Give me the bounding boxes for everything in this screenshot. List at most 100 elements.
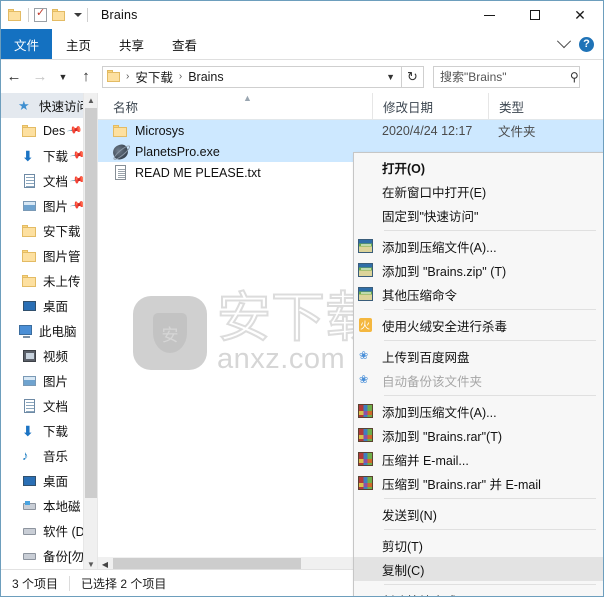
- menu-item-5[interactable]: 其他压缩命令: [354, 282, 603, 306]
- rar-icon: [358, 475, 374, 491]
- menu-item-label: 创建快捷方式(S): [380, 591, 474, 597]
- sidebar-item-label: 桌面: [43, 300, 69, 314]
- help-icon[interactable]: ?: [579, 36, 594, 52]
- text-file-icon: [113, 164, 129, 181]
- menu-item-label: 复制(C): [382, 563, 425, 578]
- table-row[interactable]: Microsys 2020/4/24 12:17 文件夹: [98, 120, 603, 141]
- back-arrow-icon[interactable]: ←: [1, 64, 27, 90]
- sidebar-item-label: 此电脑: [39, 325, 77, 339]
- close-button[interactable]: ✕: [557, 1, 603, 29]
- menu-item-8: ❀ 自动备份该文件夹: [354, 368, 603, 392]
- zip-icon: [358, 238, 374, 254]
- folder-icon[interactable]: [8, 8, 23, 22]
- pictures-icon: [22, 198, 38, 214]
- refresh-icon[interactable]: ↻: [402, 65, 424, 88]
- sidebar-item-label: 备份[勿: [43, 550, 84, 564]
- menu-item-label: 添加到压缩文件(A)...: [382, 405, 497, 420]
- desktop-icon: [22, 473, 38, 489]
- baidu-netdisk-icon: ❀: [359, 350, 369, 362]
- menu-separator: [384, 529, 596, 530]
- toolbar-divider-2: [87, 8, 88, 22]
- new-folder-icon[interactable]: [52, 8, 67, 22]
- menu-item-9[interactable]: 添加到压缩文件(A)...: [354, 399, 603, 423]
- forward-arrow-icon[interactable]: →: [27, 64, 53, 90]
- breadcrumb-item-1[interactable]: Brains: [186, 70, 225, 84]
- menu-item-label: 添加到压缩文件(A)...: [382, 240, 497, 255]
- tab-share[interactable]: 共享: [105, 29, 158, 59]
- menu-item-label: 添加到 "Brains.zip" (T): [382, 264, 507, 279]
- menu-separator: [384, 340, 596, 341]
- folder-icon[interactable]: [107, 70, 122, 83]
- menu-item-13[interactable]: 发送到(N): [354, 502, 603, 526]
- chevron-down-icon[interactable]: [556, 34, 572, 49]
- context-menu[interactable]: 打开(O) 在新窗口中打开(E) 固定到"快速访问" 添加到压缩文件(A)... 添加到…: [353, 152, 603, 597]
- recent-locations-icon[interactable]: ▼: [53, 64, 73, 90]
- sidebar-item-label: 文档: [43, 400, 69, 414]
- sidebar-scrollbar[interactable]: ▲ ▼: [83, 93, 97, 571]
- toolbar-divider: [28, 8, 29, 22]
- file-name-label: READ ME PLEASE.txt: [135, 165, 261, 180]
- properties-icon[interactable]: [34, 6, 47, 22]
- maximize-button[interactable]: [512, 1, 557, 29]
- menu-item-label: 添加到 "Brains.rar"(T): [382, 429, 502, 444]
- sidebar-item-label: 音乐: [43, 450, 69, 464]
- menu-item-14[interactable]: 剪切(T): [354, 533, 603, 557]
- menu-icon-placeholder: [358, 183, 374, 199]
- menu-separator: [384, 230, 596, 231]
- column-header-date[interactable]: 修改日期: [372, 93, 488, 119]
- tab-home[interactable]: 主页: [52, 29, 105, 59]
- sidebar-item-label: 图片: [43, 375, 69, 389]
- scrollbar-thumb[interactable]: [85, 108, 97, 498]
- videos-icon: [22, 348, 38, 364]
- minimize-button[interactable]: [467, 1, 512, 29]
- column-header-type[interactable]: 类型: [488, 93, 583, 119]
- menu-item-label: 打开(O): [382, 161, 426, 176]
- breadcrumb[interactable]: › 安下载 › Brains ▼: [102, 65, 402, 88]
- zip-icon: [358, 262, 374, 278]
- window-title: Brains: [101, 8, 138, 22]
- documents-icon: [22, 398, 38, 414]
- menu-item-label: 发送到(N): [382, 508, 437, 523]
- drive-icon: [22, 548, 38, 564]
- chevron-down-icon[interactable]: ▼: [386, 72, 401, 82]
- search-icon[interactable]: ⚲: [564, 70, 579, 84]
- menu-item-0[interactable]: 打开(O): [354, 155, 603, 179]
- menu-item-15[interactable]: 复制(C): [354, 557, 603, 581]
- menu-item-6[interactable]: 使用火绒安全进行杀毒: [354, 313, 603, 337]
- column-header-name[interactable]: 名称: [98, 93, 372, 119]
- menu-item-label: 固定到"快速访问": [382, 209, 479, 224]
- menu-separator: [384, 309, 596, 310]
- pin-icon[interactable]: 📌: [66, 122, 83, 138]
- search-input[interactable]: 搜索"Brains" ⚲: [433, 65, 580, 88]
- tab-view[interactable]: 查看: [158, 29, 211, 59]
- menu-item-12[interactable]: 压缩到 "Brains.rar" 并 E-mail: [354, 471, 603, 495]
- folder-icon: [22, 273, 38, 289]
- up-arrow-icon[interactable]: ↑: [73, 64, 99, 90]
- menu-item-4[interactable]: 添加到 "Brains.zip" (T): [354, 258, 603, 282]
- menu-item-10[interactable]: 添加到 "Brains.rar"(T): [354, 423, 603, 447]
- desktop-icon: [22, 298, 38, 314]
- pictures-icon: [22, 373, 38, 389]
- sidebar-item-label: 快速访问: [39, 100, 90, 114]
- menu-item-2[interactable]: 固定到"快速访问": [354, 203, 603, 227]
- cell-name: PlanetsPro.exe: [98, 142, 372, 161]
- menu-icon-placeholder: [358, 537, 374, 553]
- breadcrumb-item-0[interactable]: 安下载: [133, 67, 175, 86]
- sidebar-item-label: 下载: [43, 150, 69, 164]
- sidebar-item-label: 下载: [43, 425, 69, 439]
- folder-icon: [22, 223, 38, 239]
- menu-item-7[interactable]: ❀ 上传到百度网盘: [354, 344, 603, 368]
- menu-item-3[interactable]: 添加到压缩文件(A)...: [354, 234, 603, 258]
- address-bar: ← → ▼ ↑ › 安下载 › Brains ▼ ↻ 搜索"Brains" ⚲: [1, 60, 603, 93]
- drive-icon: [22, 523, 38, 539]
- menu-separator: [384, 395, 596, 396]
- menu-item-11[interactable]: 压缩并 E-mail...: [354, 447, 603, 471]
- folder-icon: [22, 123, 38, 139]
- chevron-up-icon[interactable]: ▲: [84, 93, 97, 107]
- chevron-down-icon[interactable]: [74, 13, 82, 17]
- watermark-logo: 安: [133, 296, 207, 370]
- menu-item-1[interactable]: 在新窗口中打开(E): [354, 179, 603, 203]
- menu-item-16[interactable]: 创建快捷方式(S): [354, 588, 603, 597]
- tab-file[interactable]: 文件: [1, 29, 53, 59]
- cell-type: 文件夹: [498, 125, 536, 139]
